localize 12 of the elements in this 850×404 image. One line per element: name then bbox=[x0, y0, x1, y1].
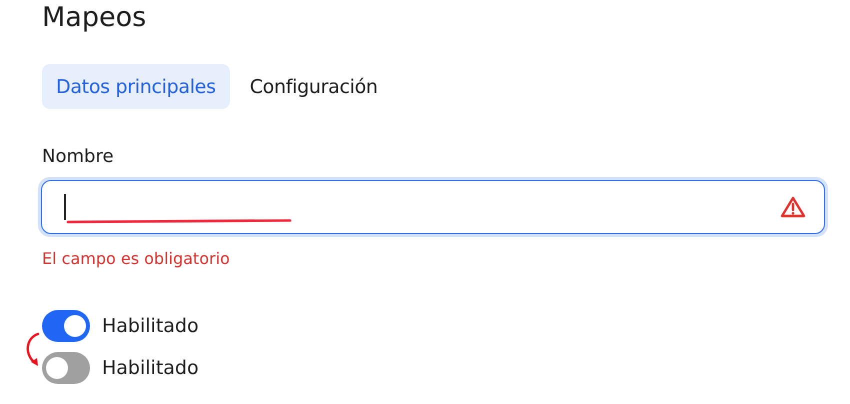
tab[interactable]: Datos principales bbox=[42, 64, 230, 109]
toggle-label: Habilitado bbox=[102, 315, 199, 337]
warning-icon bbox=[780, 195, 806, 219]
toggle-switch[interactable] bbox=[42, 352, 90, 384]
text-cursor bbox=[64, 194, 66, 220]
page-title: Mapeos bbox=[42, 1, 148, 35]
error-message: El campo es obligatorio bbox=[42, 248, 231, 270]
toggle-label: Habilitado bbox=[102, 357, 199, 379]
toggle-switch[interactable] bbox=[42, 310, 90, 342]
tab[interactable]: Configuración bbox=[236, 64, 392, 109]
input-field[interactable] bbox=[41, 180, 825, 234]
field-label: Nombre bbox=[42, 145, 115, 169]
